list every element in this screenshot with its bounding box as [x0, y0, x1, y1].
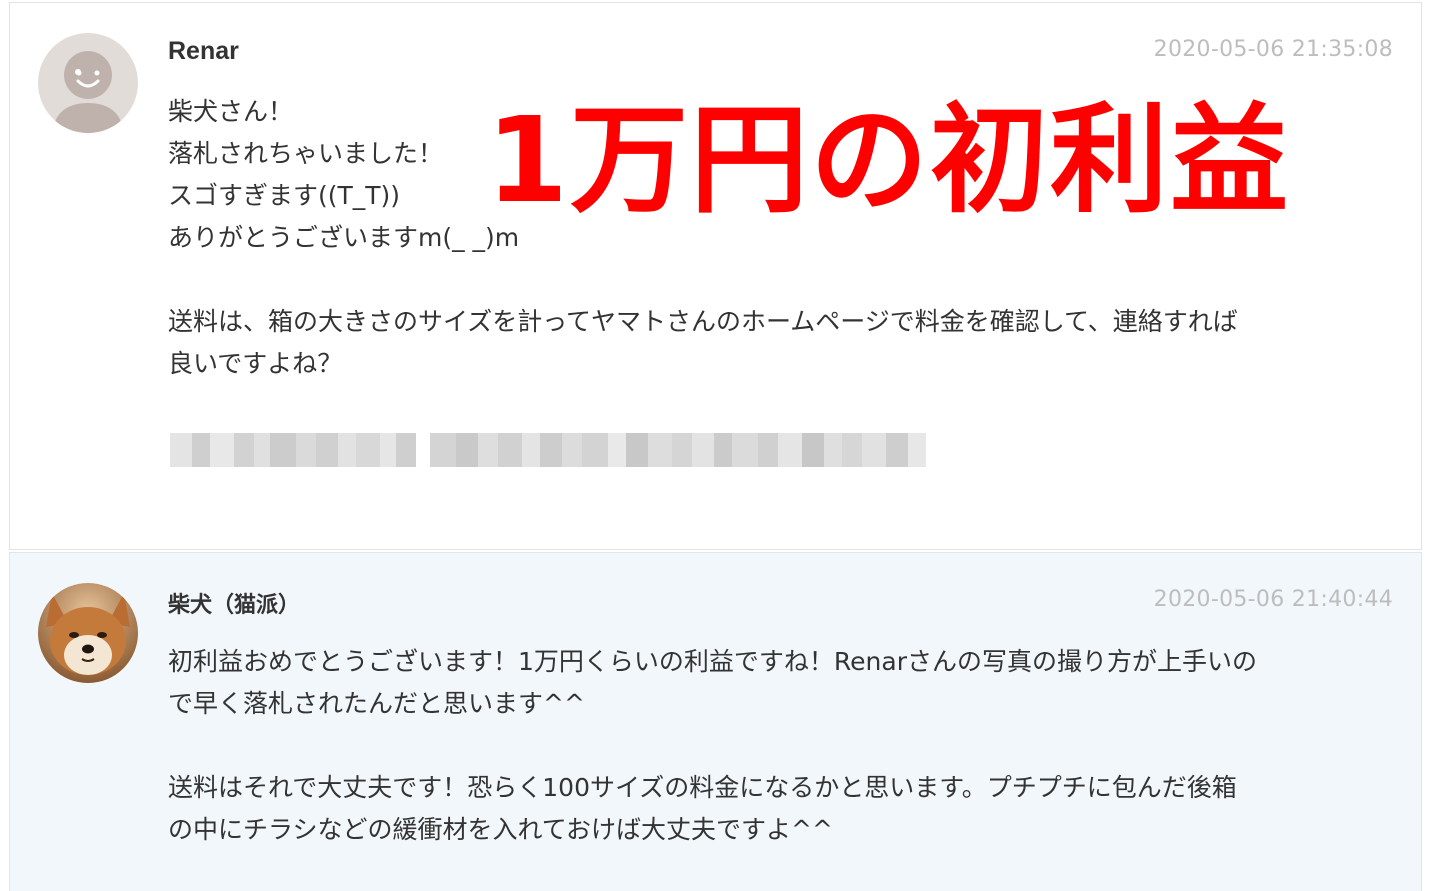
comment-line: 初利益おめでとうございます！1万円くらいの利益ですね！Renarさんの写真の撮り…: [168, 647, 1257, 676]
comment-timestamp: 2020-05-06 21:40:44: [1153, 587, 1393, 612]
comment-line: の中にチラシなどの緩衝材を入れておけば大丈夫ですよ^^: [168, 815, 833, 844]
default-user-icon: [38, 33, 138, 133]
profit-banner-overlay: 1万円の初利益: [486, 91, 1291, 229]
comment-author: Renar: [168, 37, 239, 65]
shiba-dog-photo-icon: [38, 583, 138, 683]
redacted-text-block: [170, 433, 926, 467]
comment-thread: Renar 2020-05-06 21:35:08 柴犬さん！ 落札されちゃいま…: [0, 0, 1435, 891]
comment-line: 良いですよね？: [168, 349, 343, 378]
comment-line: 送料はそれで大丈夫です！恐らく100サイズの料金になるかと思います。プチプチに包…: [168, 773, 1237, 802]
comment-line: 送料は、箱の大きさのサイズを計ってヤマトさんのホームページで料金を確認して、連絡…: [168, 307, 1238, 336]
comment-line-blank: [168, 725, 1398, 767]
comment-line-blank: [168, 259, 1398, 301]
comment-body: 初利益おめでとうございます！1万円くらいの利益ですね！Renarさんの写真の撮り…: [168, 641, 1398, 851]
comment-timestamp: 2020-05-06 21:35:08: [1153, 37, 1393, 62]
comment-renar: Renar 2020-05-06 21:35:08 柴犬さん！ 落札されちゃいま…: [9, 2, 1422, 550]
comment-shiba: 柴犬（猫派） 2020-05-06 21:40:44 初利益おめでとうございます…: [9, 552, 1422, 891]
comment-author: 柴犬（猫派）: [168, 593, 301, 618]
comment-line: で早く落札されたんだと思います^^: [168, 689, 585, 718]
